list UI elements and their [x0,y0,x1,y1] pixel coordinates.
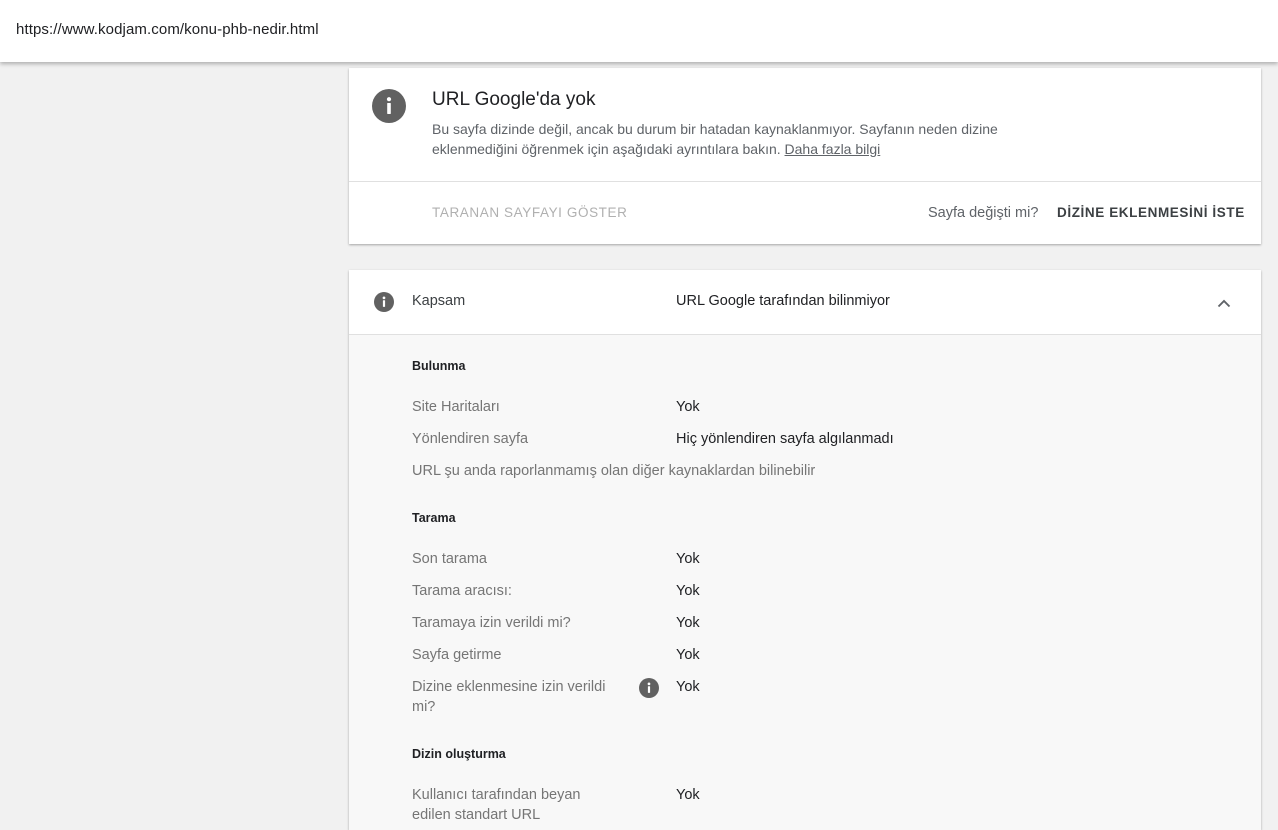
status-description: Bu sayfa dizinde değil, ancak bu durum b… [432,119,1032,159]
page-changed-question: Sayfa değişti mi? [928,205,1039,221]
card-divider [349,181,1261,182]
indexing-section-title: Dizin oluşturma [412,747,506,761]
user-canonical-value: Yok [676,787,700,803]
coverage-header[interactable]: Kapsam URL Google tarafından bilinmiyor [349,270,1261,335]
info-icon [374,292,394,312]
referring-page-value: Hiç yönlendiren sayfa algılanmadı [676,431,894,447]
indexing-allowed-value: Yok [676,679,700,695]
user-canonical-label: Kullanıcı tarafından beyan edilen standa… [412,787,581,823]
discovery-section-title: Bulunma [412,359,466,373]
status-description-text: Bu sayfa dizinde değil, ancak bu durum b… [432,121,998,157]
crawl-section-title: Tarama [412,511,456,525]
coverage-label: Kapsam [412,293,466,309]
url-text[interactable]: https://www.kodjam.com/konu-phb-nedir.ht… [16,21,319,38]
view-crawled-page-button[interactable]: TARANAN SAYFAYI GÖSTER [432,205,627,220]
address-bar: https://www.kodjam.com/konu-phb-nedir.ht… [0,0,1278,62]
learn-more-link[interactable]: Daha fazla bilgi [785,141,881,157]
url-status-card: URL Google'da yok Bu sayfa dizinde değil… [349,68,1261,244]
last-crawl-label: Son tarama [412,551,487,567]
status-title: URL Google'da yok [432,89,596,110]
last-crawl-value: Yok [676,551,700,567]
crawl-allowed-value: Yok [676,615,700,631]
crawl-allowed-label: Taramaya izin verildi mi? [412,615,571,631]
discovery-note: URL şu anda raporlanmamış olan diğer kay… [412,463,816,479]
sitemaps-label: Site Haritaları [412,399,500,415]
info-icon [372,89,406,123]
sitemaps-value: Yok [676,399,700,415]
page-fetch-label: Sayfa getirme [412,647,502,663]
indexing-allowed-label: Dizine eklenmesine izin verildi mi? [412,679,606,715]
info-icon[interactable] [639,678,659,698]
referring-page-label: Yönlendiren sayfa [412,431,529,447]
crawled-as-label: Tarama aracısı: [412,583,512,599]
crawled-as-value: Yok [676,583,700,599]
request-indexing-button[interactable]: DİZİNE EKLENMESİNİ İSTE [1057,205,1245,220]
chevron-up-icon[interactable] [1213,292,1235,314]
page-fetch-value: Yok [676,647,700,663]
coverage-card: Kapsam URL Google tarafından bilinmiyor … [349,270,1261,830]
coverage-value: URL Google tarafından bilinmiyor [676,293,890,309]
